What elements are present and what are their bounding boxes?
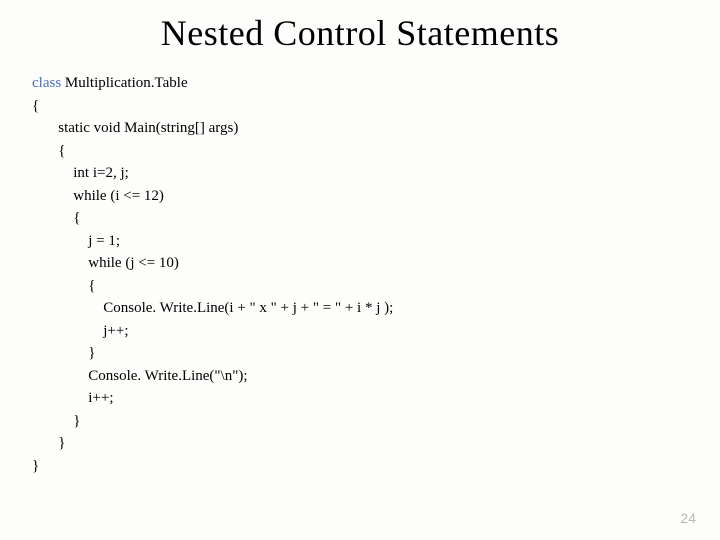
code-line: while (j <= 10) (32, 255, 179, 271)
code-line: static void Main(string[] args) (32, 120, 238, 136)
code-line: i++; (32, 390, 114, 406)
code-line: } (32, 458, 39, 474)
class-name: Multiplication.Table (61, 75, 187, 91)
code-line: } (32, 413, 80, 429)
code-line: } (32, 345, 95, 361)
code-line: while (i <= 12) (32, 188, 164, 204)
slide-title: Nested Control Statements (32, 12, 688, 54)
page-number: 24 (680, 510, 696, 526)
slide-content: Nested Control Statements class Multipli… (0, 0, 720, 540)
code-block: class Multiplication.Table { static void… (32, 72, 688, 477)
code-line: int i=2, j; (32, 165, 129, 181)
code-line: } (32, 435, 65, 451)
code-line: j = 1; (32, 233, 120, 249)
code-line: { (32, 98, 39, 114)
code-line: Console. Write.Line("\n"); (32, 368, 248, 384)
code-line: { (32, 278, 95, 294)
keyword-class: class (32, 75, 61, 91)
code-line: j++; (32, 323, 129, 339)
code-line: { (32, 210, 80, 226)
code-line: { (32, 143, 65, 159)
code-line: Console. Write.Line(i + " x " + j + " = … (32, 300, 393, 316)
